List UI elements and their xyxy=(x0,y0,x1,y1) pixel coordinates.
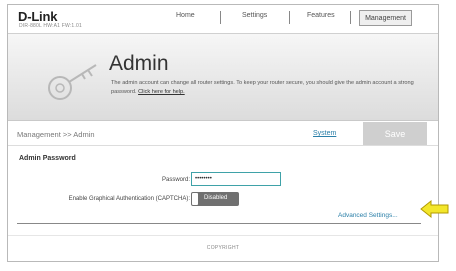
captcha-toggle[interactable]: Disabled xyxy=(191,192,239,206)
model-info: DIR-880L HW:A1 FW:1.01 xyxy=(19,23,82,29)
section-title: Admin Password xyxy=(19,155,76,162)
router-admin-window: D-Link DIR-880L HW:A1 FW:1.01 Home Setti… xyxy=(7,4,439,262)
nav-home[interactable]: Home xyxy=(176,12,195,19)
top-navigation: D-Link DIR-880L HW:A1 FW:1.01 Home Setti… xyxy=(8,5,438,33)
system-link[interactable]: System xyxy=(313,130,336,137)
toggle-knob xyxy=(192,193,198,205)
arrow-left-icon xyxy=(420,199,449,219)
password-label: Password: xyxy=(161,177,190,183)
nav-divider xyxy=(289,11,290,24)
toggle-state: Disabled xyxy=(204,195,228,201)
captcha-label: Enable Graphical Authentication (CAPTCHA… xyxy=(68,196,190,202)
footer-divider xyxy=(8,235,438,236)
copyright: COPYRIGHT xyxy=(206,245,240,251)
nav-settings[interactable]: Settings xyxy=(242,12,267,19)
nav-features[interactable]: Features xyxy=(307,12,335,19)
save-button[interactable]: Save xyxy=(363,122,427,145)
dlink-logo: D-Link xyxy=(18,9,58,24)
nav-divider xyxy=(350,11,351,24)
admin-description: The admin account can change all router … xyxy=(111,79,431,97)
nav-divider xyxy=(220,11,221,24)
breadcrumb-bar: Management >> Admin System Save xyxy=(8,122,438,146)
breadcrumb: Management >> Admin xyxy=(17,130,95,139)
nav-management[interactable]: Management xyxy=(359,10,412,26)
admin-banner: Admin The admin account can change all r… xyxy=(8,33,438,121)
password-field[interactable]: •••••••• xyxy=(191,172,281,186)
help-link[interactable]: Click here for help. xyxy=(138,89,185,95)
section-divider xyxy=(17,223,421,224)
page-title: Admin xyxy=(109,52,169,75)
key-icon xyxy=(48,64,97,100)
advanced-settings-link[interactable]: Advanced Settings... xyxy=(338,212,398,219)
